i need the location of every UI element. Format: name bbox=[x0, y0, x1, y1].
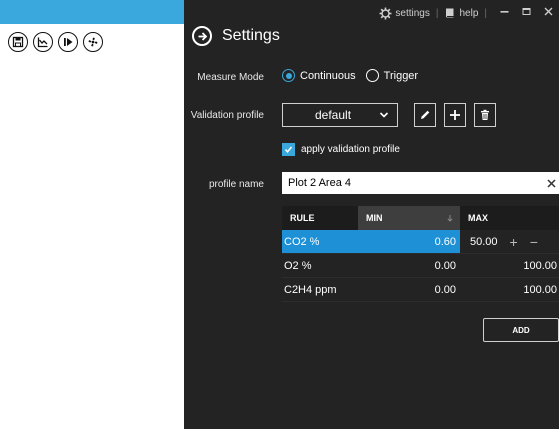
radio-trigger[interactable]: Trigger bbox=[365, 69, 419, 82]
back-button[interactable] bbox=[192, 26, 212, 46]
column-header-max[interactable]: MAX bbox=[460, 206, 559, 230]
title-row: Settings bbox=[192, 26, 280, 46]
minimize-icon bbox=[500, 11, 508, 13]
profile-name-label: profile name bbox=[208, 179, 264, 190]
column-header-rule[interactable]: RULE bbox=[282, 206, 358, 230]
column-header-min[interactable]: MIN bbox=[358, 206, 460, 230]
radio-indicator bbox=[282, 69, 295, 82]
radio-continuous-label: Continuous bbox=[300, 69, 356, 82]
measure-mode-label: Measure Mode bbox=[197, 72, 264, 83]
table-row[interactable]: CO2 % 0.60 50.00 + − bbox=[282, 230, 559, 254]
add-rule-button[interactable]: ADD bbox=[483, 318, 559, 342]
pencil-icon bbox=[421, 110, 430, 119]
sort-down-icon bbox=[447, 215, 453, 222]
validation-profile-value: default bbox=[315, 108, 352, 122]
settings-link-label: settings bbox=[395, 7, 430, 19]
left-panel bbox=[0, 0, 184, 429]
validation-profile-select[interactable]: default bbox=[282, 103, 398, 127]
rule-cell: CO2 % bbox=[284, 235, 320, 248]
measure-mode-group: Continuous Trigger bbox=[282, 69, 428, 82]
topbar-separator: | bbox=[435, 7, 439, 19]
clear-profile-name-button[interactable] bbox=[544, 172, 559, 194]
decrement-button[interactable]: − bbox=[530, 234, 538, 250]
trash-icon bbox=[481, 109, 489, 120]
min-cell: 0.60 bbox=[434, 235, 456, 248]
settings-link[interactable]: settings bbox=[379, 7, 430, 20]
close-icon bbox=[547, 178, 556, 188]
close-icon bbox=[544, 7, 552, 16]
table-header: RULE MIN MAX bbox=[282, 206, 559, 230]
chart-icon[interactable] bbox=[33, 32, 53, 52]
increment-button[interactable]: + bbox=[510, 234, 518, 250]
radio-indicator bbox=[365, 69, 379, 82]
table-row[interactable]: O2 % 0.00 100.00 bbox=[282, 254, 559, 278]
table-row[interactable]: C2H4 ppm 0.00 100.00 bbox=[282, 278, 559, 302]
close-button[interactable] bbox=[537, 7, 559, 19]
radio-continuous[interactable]: Continuous bbox=[282, 69, 356, 82]
help-link[interactable]: help bbox=[444, 7, 478, 19]
column-header-rule-label: RULE bbox=[290, 213, 315, 223]
topbar-separator: | bbox=[484, 7, 487, 19]
max-value: 50.00 bbox=[470, 235, 498, 248]
rule-cell: O2 % bbox=[284, 259, 312, 272]
edit-profile-button[interactable] bbox=[414, 103, 436, 127]
apply-profile-checkbox[interactable]: apply validation profile bbox=[282, 143, 400, 156]
min-cell: 0.00 bbox=[434, 283, 456, 296]
apply-profile-label: apply validation profile bbox=[301, 144, 400, 155]
maximize-icon bbox=[522, 8, 530, 15]
radio-trigger-label: Trigger bbox=[383, 69, 419, 82]
page-title: Settings bbox=[222, 27, 280, 44]
window-topbar: settings | help | bbox=[379, 0, 559, 26]
min-cell: 0.00 bbox=[434, 259, 456, 272]
checkmark-icon bbox=[284, 146, 293, 153]
gear-icon bbox=[379, 7, 392, 19]
play-step-icon[interactable] bbox=[58, 32, 78, 52]
chevron-down-icon bbox=[379, 112, 389, 118]
validation-profile-label: Validation profile bbox=[190, 110, 264, 121]
rule-cell: C2H4 ppm bbox=[284, 283, 337, 296]
rules-table: RULE MIN MAX CO2 % 0.60 50.00 + − O2 % 0… bbox=[282, 206, 559, 302]
help-link-label: help bbox=[459, 7, 479, 19]
max-cell: 100.00 bbox=[523, 259, 557, 272]
column-header-min-label: MIN bbox=[366, 213, 383, 223]
checkbox-indicator bbox=[282, 143, 295, 156]
max-cell-editor[interactable]: 50.00 + − bbox=[460, 230, 559, 253]
left-toolbar bbox=[8, 32, 103, 52]
book-icon bbox=[446, 8, 454, 18]
add-profile-button[interactable] bbox=[444, 103, 466, 127]
fan-icon[interactable] bbox=[83, 32, 103, 52]
profile-name-input[interactable] bbox=[282, 172, 559, 194]
minimize-button[interactable] bbox=[493, 7, 515, 19]
arrow-right-icon bbox=[198, 31, 207, 41]
column-header-max-label: MAX bbox=[468, 213, 488, 223]
settings-panel: settings | help | Settings Measure Mode … bbox=[184, 0, 559, 429]
plus-icon bbox=[450, 110, 460, 120]
maximize-button[interactable] bbox=[515, 7, 537, 19]
max-cell: 100.00 bbox=[523, 283, 557, 296]
save-icon[interactable] bbox=[8, 32, 28, 52]
left-header-bar bbox=[0, 0, 184, 24]
delete-profile-button[interactable] bbox=[474, 103, 496, 127]
